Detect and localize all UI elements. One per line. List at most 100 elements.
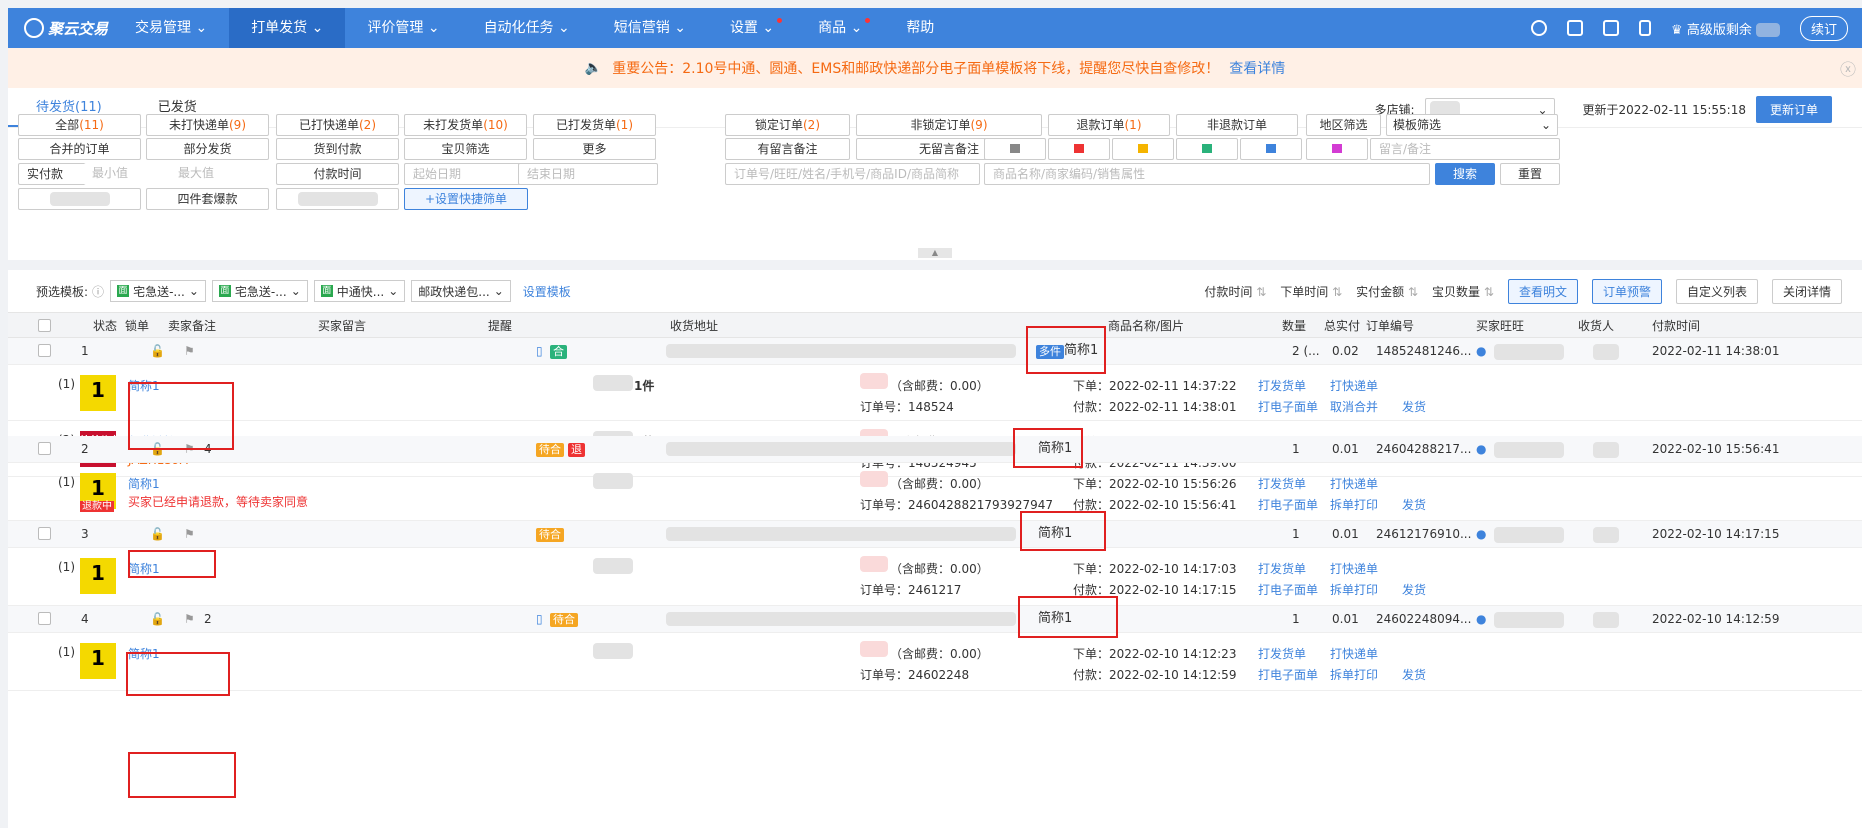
goods-search-input[interactable]: 商品名称/商家编码/销售属性: [984, 163, 1430, 185]
action-link[interactable]: 拆单打印: [1330, 666, 1378, 683]
filter-btn-b3[interactable]: 非退款订单: [1176, 114, 1298, 136]
time-select[interactable]: 付款时间: [276, 163, 399, 185]
action-link[interactable]: 拆单打印: [1330, 496, 1378, 513]
order-id[interactable]: 24604288217...: [1376, 436, 1471, 462]
sort-3[interactable]: 宝贝数量 ⇅: [1432, 283, 1494, 300]
flag-filter-3[interactable]: [1176, 138, 1238, 160]
renew-button[interactable]: 续订: [1799, 15, 1848, 41]
filter-btn-4[interactable]: 已打发货单(1): [533, 114, 656, 136]
end-date[interactable]: 结束日期: [518, 163, 658, 185]
order-id[interactable]: 24612176910...: [1376, 521, 1471, 547]
flag-filter-4[interactable]: [1240, 138, 1302, 160]
action-link[interactable]: 取消合并: [1330, 398, 1378, 415]
flag-filter-2[interactable]: [1112, 138, 1174, 160]
filter-btn-b0[interactable]: 锁定订单(2): [725, 114, 850, 136]
saved-filter-1[interactable]: 四件套爆款: [146, 188, 269, 210]
wangwang-icon[interactable]: ●: [1476, 606, 1486, 632]
close-details-button[interactable]: 关闭详情: [1771, 278, 1842, 304]
collapse-handle[interactable]: ▲: [918, 248, 952, 258]
saved-filter-0[interactable]: [18, 188, 141, 210]
preset-0[interactable]: 面宅急送-... ⌄: [110, 280, 206, 302]
menu-item-2[interactable]: 评价管理 ⌄: [345, 8, 461, 48]
action-link[interactable]: 拆单打印: [1330, 581, 1378, 598]
menu-item-4[interactable]: 短信营销 ⌄: [592, 8, 708, 48]
action-link[interactable]: 打电子面单: [1258, 666, 1318, 683]
col-header-7[interactable]: 数量: [1282, 313, 1306, 339]
menu-item-3[interactable]: 自动化任务 ⌄: [462, 8, 592, 48]
order-id[interactable]: 24602248094...: [1376, 606, 1471, 632]
preset-2[interactable]: 面中通快... ⌄: [313, 280, 406, 302]
close-icon[interactable]: ⓧ: [1840, 56, 1856, 80]
brand-logo[interactable]: 聚云交易: [8, 18, 113, 39]
setup-template-link[interactable]: 设置模板: [523, 283, 571, 300]
filter-btn-1[interactable]: 未打快递单(9): [146, 114, 269, 136]
unlock-icon[interactable]: 🔓: [150, 606, 165, 632]
menu-item-0[interactable]: 交易管理 ⌄: [113, 8, 229, 48]
col-header-12[interactable]: 付款时间: [1652, 313, 1700, 339]
product-image[interactable]: 1: [80, 375, 116, 411]
col-header-6[interactable]: 商品名称/图片: [1108, 313, 1184, 339]
add-quick-filter-button[interactable]: +设置快捷筛单: [404, 188, 528, 210]
col-header-9[interactable]: 订单编号: [1366, 313, 1414, 339]
table-row[interactable]: 4 🔓 ⚑ 2 ▯ 待合 简称1 1 0.01 24602248094... ● 2022-02-10…: [8, 606, 1862, 633]
share-icon[interactable]: [1603, 20, 1620, 36]
row-checkbox[interactable]: [38, 612, 51, 625]
flag-filter-5[interactable]: [1306, 138, 1368, 160]
order-search-input[interactable]: 订单号/旺旺/姓名/手机号/商品ID/商品简称: [725, 163, 980, 185]
action-link[interactable]: 打发货单: [1258, 377, 1306, 394]
col-header-0[interactable]: 状态: [93, 313, 117, 339]
menu-item-6[interactable]: 商品 ⌄: [796, 8, 884, 48]
template-filter-select[interactable]: 模板筛选 ⌄: [1386, 114, 1558, 136]
search-button[interactable]: 搜索: [1435, 163, 1495, 185]
clock-icon[interactable]: [1531, 20, 1548, 36]
menu-item-1[interactable]: 打单发货 ⌄: [229, 8, 346, 48]
col-header-10[interactable]: 买家旺旺: [1476, 313, 1524, 339]
action-link[interactable]: 打快递单: [1330, 377, 1378, 394]
info-icon[interactable]: ⓘ: [92, 283, 104, 300]
wangwang-icon[interactable]: ●: [1476, 521, 1486, 547]
view-plain-button[interactable]: 查看明文: [1507, 278, 1578, 304]
preset-3[interactable]: 邮政快递包... ⌄: [411, 280, 511, 302]
mobile-icon[interactable]: [1639, 20, 1652, 36]
action-link[interactable]: 打发货单: [1258, 645, 1306, 662]
flag-icon[interactable]: ⚑: [184, 338, 195, 364]
reset-button[interactable]: 重置: [1500, 163, 1560, 185]
action-link[interactable]: 发货: [1402, 666, 1426, 683]
sort-0[interactable]: 付款时间 ⇅: [1204, 283, 1266, 300]
flag-icon[interactable]: ⚑: [184, 521, 195, 547]
table-row[interactable]: 3 🔓 ⚑ 待合 简称1 1 0.01 24612176910... ● 2022-02-10 1…: [8, 521, 1862, 548]
wangwang-icon[interactable]: ●: [1476, 338, 1486, 364]
action-link[interactable]: 发货: [1402, 496, 1426, 513]
menu-item-7[interactable]: 帮助: [884, 8, 956, 48]
saved-filter-2[interactable]: [276, 188, 399, 210]
action-link[interactable]: 打发货单: [1258, 560, 1306, 577]
filter-btn-3[interactable]: 未打发货单(10): [404, 114, 527, 136]
col-header-5[interactable]: 收货地址: [670, 313, 718, 339]
table-row[interactable]: 2 🔓 ⚑ 4 待合退简称1 1 0.01 24604288217... ● 2022-02-10…: [8, 436, 1862, 463]
filter-btn2-3[interactable]: 宝贝筛选: [404, 138, 527, 160]
start-date[interactable]: 起始日期: [404, 163, 527, 185]
menu-item-5[interactable]: 设置 ⌄: [708, 8, 796, 48]
unlock-icon[interactable]: 🔓: [150, 521, 165, 547]
filter-btn-0[interactable]: 全部(11): [18, 114, 141, 136]
filter-btn-b2[interactable]: 退款订单(1): [1048, 114, 1170, 136]
order-id[interactable]: 14852481246...: [1376, 338, 1471, 364]
col-header-1[interactable]: 锁单: [125, 313, 149, 339]
product-image[interactable]: 1: [80, 643, 116, 679]
filter-btn-b1[interactable]: 非锁定订单(9): [856, 114, 1042, 136]
sort-1[interactable]: 下单时间 ⇅: [1280, 283, 1342, 300]
version-badge[interactable]: ♛ 高级版剩余: [1671, 19, 1780, 38]
memo-input[interactable]: 留言/备注: [1370, 138, 1560, 160]
action-link[interactable]: 打电子面单: [1258, 496, 1318, 513]
wangwang-icon[interactable]: ●: [1476, 436, 1486, 462]
unlock-icon[interactable]: 🔓: [150, 338, 165, 364]
filter-btn-b4[interactable]: 地区筛选: [1306, 114, 1381, 136]
announcement-link[interactable]: 查看详情: [1229, 58, 1285, 78]
filter-btn-2[interactable]: 已打快递单(2): [276, 114, 399, 136]
flag-filter-1[interactable]: [1048, 138, 1110, 160]
flag-filter-0[interactable]: [984, 138, 1046, 160]
row-checkbox[interactable]: [38, 344, 51, 357]
action-link[interactable]: 打发货单: [1258, 475, 1306, 492]
refresh-orders-button[interactable]: 更新订单: [1755, 96, 1832, 123]
preset-1[interactable]: 面宅急送-... ⌄: [211, 280, 308, 302]
